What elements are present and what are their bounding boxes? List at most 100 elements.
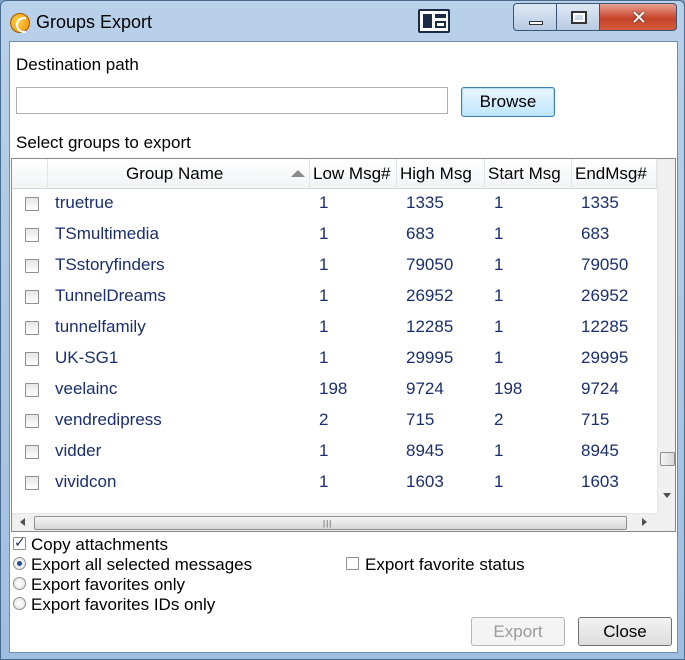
cell-low: 1	[319, 286, 329, 305]
window-close-button[interactable]: ✕	[599, 3, 677, 31]
export-all-selected-label[interactable]: Export all selected messages	[31, 555, 252, 575]
row-checkbox[interactable]	[25, 383, 39, 397]
cell-low: 1	[319, 255, 329, 274]
window-title: Groups Export	[36, 12, 153, 32]
export-favorites-only-radio[interactable]	[13, 577, 26, 590]
cell-start: 198	[494, 379, 523, 398]
header-low-msg[interactable]: Low Msg#	[310, 159, 397, 189]
scroll-down-arrow-icon[interactable]	[663, 493, 671, 498]
cell-start: 1	[494, 286, 504, 305]
table-row[interactable]: TSstoryfinders 1 79050 1 79050	[12, 251, 657, 282]
minimize-icon	[529, 21, 543, 25]
export-favorites-only-label[interactable]: Export favorites only	[31, 575, 185, 595]
scroll-right-arrow-icon[interactable]	[642, 518, 647, 526]
cell-name: truetrue	[55, 193, 114, 212]
groups-table[interactable]: Group Name Low Msg# High Msg Start Msg E…	[11, 158, 676, 532]
cell-low: 1	[319, 472, 329, 491]
cell-low: 1	[319, 224, 329, 243]
header-group-name[interactable]: Group Name	[48, 159, 310, 189]
destination-path-input[interactable]	[16, 87, 448, 114]
cell-start: 1	[494, 224, 504, 243]
table-row[interactable]: truetrue 1 1335 1 1335	[12, 189, 657, 220]
cell-low: 198	[319, 379, 348, 398]
cell-high: 683	[406, 224, 435, 243]
cell-name: vividcon	[55, 472, 117, 491]
table-row[interactable]: vividcon 1 1603 1 1603	[12, 468, 657, 499]
table-row[interactable]: veelainc 198 9724 198 9724	[12, 375, 657, 406]
cell-high: 29995	[406, 348, 454, 367]
export-favorite-status-label[interactable]: Export favorite status	[365, 555, 525, 575]
cell-start: 2	[494, 410, 504, 429]
cell-name: veelainc	[55, 379, 118, 398]
vertical-scrollbar[interactable]	[657, 159, 675, 513]
cell-high: 9724	[406, 379, 444, 398]
groups-export-window: Groups Export ✕ Destination path Browse …	[0, 0, 685, 660]
maximize-icon	[571, 11, 587, 24]
row-checkbox[interactable]	[25, 352, 39, 366]
cell-high: 1335	[406, 193, 444, 212]
app-logo-icon	[10, 13, 30, 33]
cell-high: 8945	[406, 441, 444, 460]
select-groups-label: Select groups to export	[16, 133, 191, 152]
row-checkbox[interactable]	[25, 228, 39, 242]
cell-start: 1	[494, 472, 504, 491]
layout-toggle-icon[interactable]	[418, 9, 450, 33]
cell-end: 1603	[581, 472, 619, 491]
cell-end: 8945	[581, 441, 619, 460]
table-row[interactable]: TunnelDreams 1 26952 1 26952	[12, 282, 657, 313]
header-high-msg[interactable]: High Msg	[397, 159, 485, 189]
cell-end: 12285	[581, 317, 629, 336]
row-checkbox[interactable]	[25, 259, 39, 273]
export-button[interactable]: Export	[471, 617, 565, 646]
copy-attachments-checkbox[interactable]	[13, 534, 26, 551]
cell-low: 1	[319, 193, 329, 212]
row-checkbox[interactable]	[25, 197, 39, 211]
export-all-selected-radio[interactable]	[13, 557, 26, 570]
cell-high: 79050	[406, 255, 454, 274]
row-checkbox[interactable]	[25, 321, 39, 335]
scroll-left-arrow-icon[interactable]	[20, 518, 25, 526]
table-row[interactable]: UK-SG1 1 29995 1 29995	[12, 344, 657, 375]
table-row[interactable]: tunnelfamily 1 12285 1 12285	[12, 313, 657, 344]
minimize-button[interactable]	[513, 3, 557, 31]
cell-low: 2	[319, 410, 329, 429]
cell-end: 715	[581, 410, 610, 429]
cell-name: tunnelfamily	[55, 317, 146, 336]
cell-name: TSmultimedia	[55, 224, 159, 243]
table-header: Group Name Low Msg# High Msg Start Msg E…	[12, 159, 657, 189]
header-end-msg[interactable]: EndMsg#	[572, 159, 657, 189]
cell-end: 9724	[581, 379, 619, 398]
row-checkbox[interactable]	[25, 290, 39, 304]
table-row[interactable]: TSmultimedia 1 683 1 683	[12, 220, 657, 251]
horizontal-scrollbar[interactable]: |||	[12, 513, 657, 531]
dialog-body: Destination path Browse Select groups to…	[9, 41, 678, 653]
header-checkbox-column[interactable]	[12, 159, 48, 189]
cell-end: 1335	[581, 193, 619, 212]
cell-end: 683	[581, 224, 610, 243]
export-favorite-status-checkbox[interactable]	[346, 557, 359, 570]
cell-high: 1603	[406, 472, 444, 491]
close-button[interactable]: Close	[578, 617, 672, 646]
row-checkbox[interactable]	[25, 476, 39, 490]
cell-start: 1	[494, 255, 504, 274]
cell-name: TSstoryfinders	[55, 255, 165, 274]
export-favorites-ids-only-label[interactable]: Export favorites IDs only	[31, 595, 215, 615]
horizontal-scroll-thumb[interactable]: |||	[34, 516, 627, 530]
cell-end: 79050	[581, 255, 629, 274]
cell-start: 1	[494, 193, 504, 212]
maximize-button[interactable]	[556, 3, 600, 31]
copy-attachments-label[interactable]: Copy attachments	[31, 535, 168, 555]
table-row[interactable]: vendredipress 2 715 2 715	[12, 406, 657, 437]
header-start-msg[interactable]: Start Msg	[485, 159, 572, 189]
cell-name: UK-SG1	[55, 348, 119, 367]
table-row[interactable]: vidder 1 8945 1 8945	[12, 437, 657, 468]
row-checkbox[interactable]	[25, 414, 39, 428]
vertical-scroll-thumb[interactable]	[660, 452, 675, 466]
cell-start: 1	[494, 317, 504, 336]
row-checkbox[interactable]	[25, 445, 39, 459]
cell-low: 1	[319, 348, 329, 367]
cell-high: 12285	[406, 317, 454, 336]
export-favorites-ids-only-radio[interactable]	[13, 597, 26, 610]
browse-button[interactable]: Browse	[461, 87, 555, 117]
title-bar[interactable]: Groups Export ✕	[1, 1, 684, 41]
